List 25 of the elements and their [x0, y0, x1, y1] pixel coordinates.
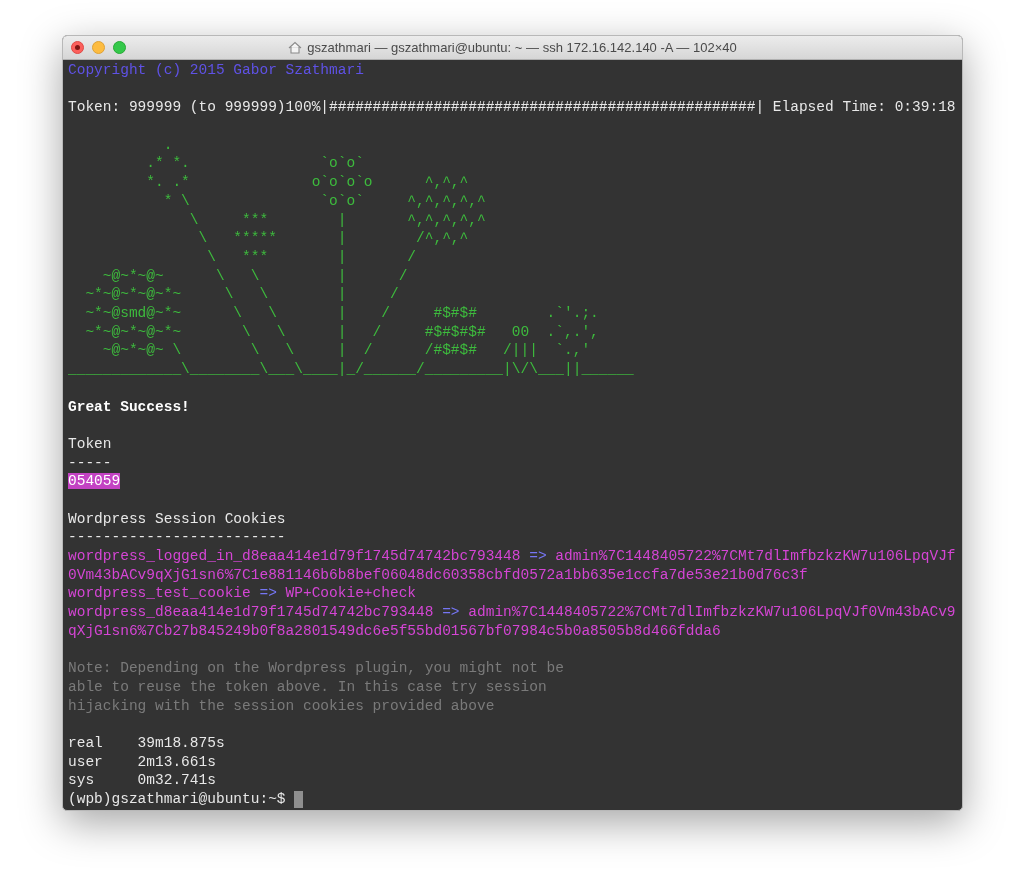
- ascii-art: . .* *. `o`o` *. .* o`o`o`o ^,^,^ * \ `o`o` ^,^,^,^,^ \ *** | ^,^,^,^,^ \ ***** | /^,^,^ \ *** | / ~@~*~@~ \ \ | / ~*~@~*~@~*~ \ \ | / ~*~@smd@~*~ \ \ | / #$#$# .`'.;. ~*~@~*~@~*~ \ \ | / #$#$#$# 00 .`,.', ~@~*~@~ \ \ \ | / /#$#$# /||| `.,' _____________\________\___\____|_/______/_________|\/\___||______: [68, 135, 634, 379]
- close-button[interactable]: [71, 41, 84, 54]
- timing-label: real: [68, 734, 104, 753]
- text-cursor: [294, 791, 303, 808]
- window-title: gszathmari — gszathmari@ubuntu: ~ — ssh 172.16.142.140 -A — 102×40: [307, 38, 737, 57]
- zoom-button[interactable]: [113, 41, 126, 54]
- token-value: 054059: [68, 473, 121, 490]
- timing-value: 39m18.875s: [137, 734, 225, 753]
- shell-prompt: (wpb)gszathmari@ubuntu:~$: [68, 790, 286, 809]
- progress-line: Token: 999999 (to 999999)100%|#################################################| Elapsed Time: 0:39:18: [68, 98, 956, 118]
- cookie-line: wordpress_test_cookie => WP+Cookie+check: [68, 584, 418, 604]
- minimize-button[interactable]: [92, 41, 105, 54]
- timing-value: 2m13.661s: [137, 752, 216, 772]
- heading-rule: -------------------------: [68, 528, 286, 548]
- house-icon: [288, 41, 303, 54]
- note-text: Note: Depending on the Wordpress plugin, you might not be able to reuse the token above. In this case try session hijacking with the session cookies provided above: [68, 659, 564, 716]
- status-message: Great Success!: [68, 397, 190, 417]
- cookie-line: wordpress_d8eaa414e1d79f1745d74742bc793448 => admin%7C1448405722%7CMt7dlImfbzkzKW7u106LpqVJf0Vm43bACv9qXjG1sn6%7Cb27b845249b0f8a2801549dc6e5f55bd01567bf07984c5b0a8505b8d466fdda6: [68, 603, 957, 641]
- timing-value: 0m32.741s: [137, 771, 216, 791]
- timing-label: sys: [68, 771, 96, 791]
- timing-label: user: [68, 752, 104, 772]
- copyright-line: Copyright (c) 2015 Gabor Szathmari: [68, 61, 364, 80]
- cookies-heading: Wordpress Session Cookies: [68, 509, 286, 529]
- token-heading: Token: [68, 434, 112, 454]
- heading-rule: -----: [68, 453, 112, 473]
